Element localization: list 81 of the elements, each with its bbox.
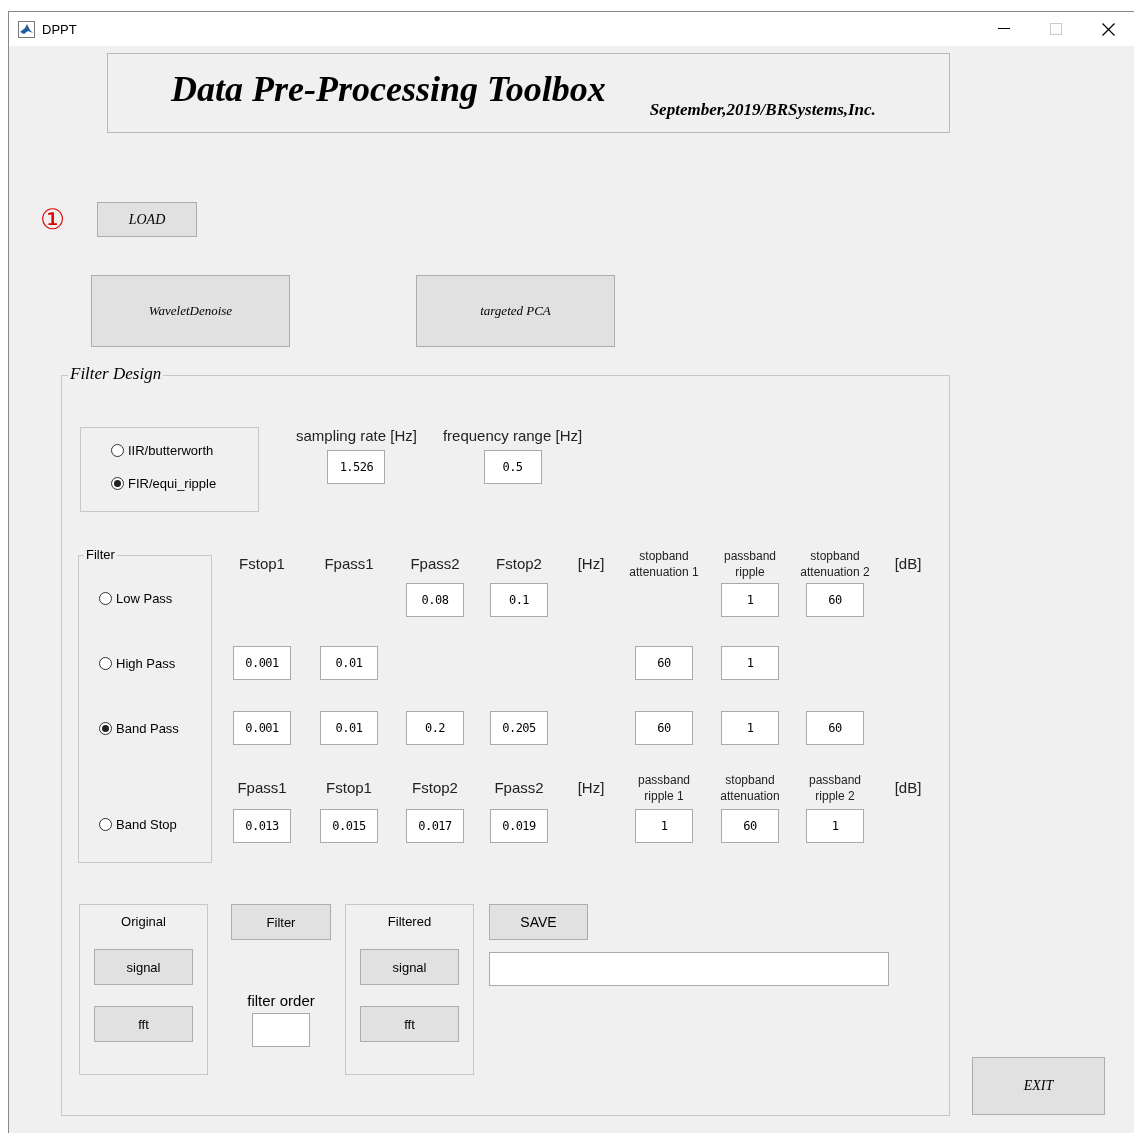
value-field[interactable]: 0.2: [406, 711, 464, 745]
value-field[interactable]: 0.001: [233, 711, 291, 745]
column-label: Fstop1: [326, 780, 372, 796]
column-label: Fstop2: [496, 556, 542, 572]
radio-option[interactable]: Band Pass: [99, 719, 211, 738]
column-label: Fpass2: [494, 780, 544, 796]
radio-label: FIR/equi_ripple: [128, 476, 217, 491]
parameter-label: frequency range [Hz]: [442, 427, 583, 444]
value-field[interactable]: 0.01: [320, 646, 378, 680]
radio-label: High Pass: [116, 656, 176, 671]
maximize-icon: [1050, 23, 1062, 35]
value-field[interactable]: 60: [635, 711, 693, 745]
plot-button[interactable]: fft: [360, 1006, 459, 1042]
plot-button[interactable]: signal: [94, 949, 193, 985]
value-field[interactable]: 1.526: [327, 450, 386, 484]
value-field[interactable]: 1: [806, 809, 864, 843]
file-path-field[interactable]: [489, 952, 889, 986]
app-subtitle: September,2019/BRSystems,Inc.: [649, 100, 876, 120]
value-field[interactable]: 0.015: [320, 809, 378, 843]
save-button[interactable]: SAVE: [489, 904, 588, 940]
radio-option[interactable]: IIR/butterworth: [111, 441, 258, 460]
value-field[interactable]: 0.01: [320, 711, 378, 745]
radio-option[interactable]: Band Stop: [99, 815, 211, 834]
value-field[interactable]: 60: [635, 646, 693, 680]
value-field[interactable]: 1: [721, 711, 779, 745]
plot-button[interactable]: fft: [94, 1006, 193, 1042]
column-label: stopband attenuation: [720, 772, 780, 804]
tool-button[interactable]: WaveletDenoise: [91, 275, 290, 347]
value-field[interactable]: 0.001: [233, 646, 291, 680]
value-field[interactable]: 0.017: [406, 809, 464, 843]
value-field[interactable]: 60: [806, 711, 864, 745]
step-number: ①: [40, 205, 67, 234]
radio-option[interactable]: FIR/equi_ripple: [111, 474, 258, 493]
column-label: Fpass2: [410, 556, 460, 572]
exit-button[interactable]: EXIT: [972, 1057, 1105, 1115]
column-label: Fpass1: [324, 556, 374, 572]
radio-label: Low Pass: [116, 591, 173, 606]
column-label: passband ripple: [723, 548, 776, 580]
app-icon: [18, 20, 35, 38]
plot-button[interactable]: signal: [360, 949, 459, 985]
radio-option[interactable]: Low Pass: [99, 589, 211, 608]
radio-label: Band Stop: [116, 817, 177, 832]
value-field[interactable]: 0.1: [490, 583, 548, 617]
field-label: filter order: [247, 992, 315, 1009]
value-field[interactable]: 0.08: [406, 583, 464, 617]
value-field[interactable]: 0.013: [233, 809, 291, 843]
unit-label: [dB]: [894, 556, 922, 572]
app-title: Data Pre-Processing Toolbox: [171, 68, 606, 110]
column-label: passband ripple 2: [808, 772, 861, 804]
value-field[interactable]: 0.205: [490, 711, 548, 745]
value-field[interactable]: 0.5: [483, 450, 542, 484]
minimize-icon: [998, 28, 1010, 30]
column-label: Fpass1: [237, 780, 287, 796]
unit-label: [dB]: [894, 780, 922, 796]
parameter-label: sampling rate [Hz]: [296, 427, 417, 444]
column-label: Fstop2: [412, 780, 458, 796]
load-button[interactable]: LOAD: [97, 202, 197, 237]
column-label: Fstop1: [239, 556, 285, 572]
close-icon: [1101, 22, 1115, 36]
value-field[interactable]: 1: [635, 809, 693, 843]
group-title: Filtered: [387, 914, 432, 929]
radio-option[interactable]: High Pass: [99, 654, 211, 673]
column-label: stopband attenuation 1: [629, 548, 699, 580]
window-title: DPPT: [42, 21, 77, 37]
group-title: Filter: [84, 547, 117, 562]
radio-label: Band Pass: [116, 721, 179, 736]
value-field[interactable]: 60: [806, 583, 864, 617]
panel-title: Filter Design: [68, 364, 164, 384]
unit-label: [Hz]: [577, 556, 605, 572]
column-label: stopband attenuation 2: [800, 548, 870, 580]
value-field[interactable]: 1: [721, 583, 779, 617]
filter-order-field[interactable]: [252, 1013, 310, 1047]
filter-button[interactable]: Filter: [231, 904, 331, 940]
value-field[interactable]: 0.019: [490, 809, 548, 843]
group-title: Original: [121, 914, 166, 929]
radio-label: IIR/butterworth: [128, 443, 214, 458]
value-field[interactable]: 60: [721, 809, 779, 843]
tool-button[interactable]: targeted PCA: [416, 275, 615, 347]
unit-label: [Hz]: [577, 780, 605, 796]
value-field[interactable]: 1: [721, 646, 779, 680]
column-label: passband ripple 1: [637, 772, 690, 804]
